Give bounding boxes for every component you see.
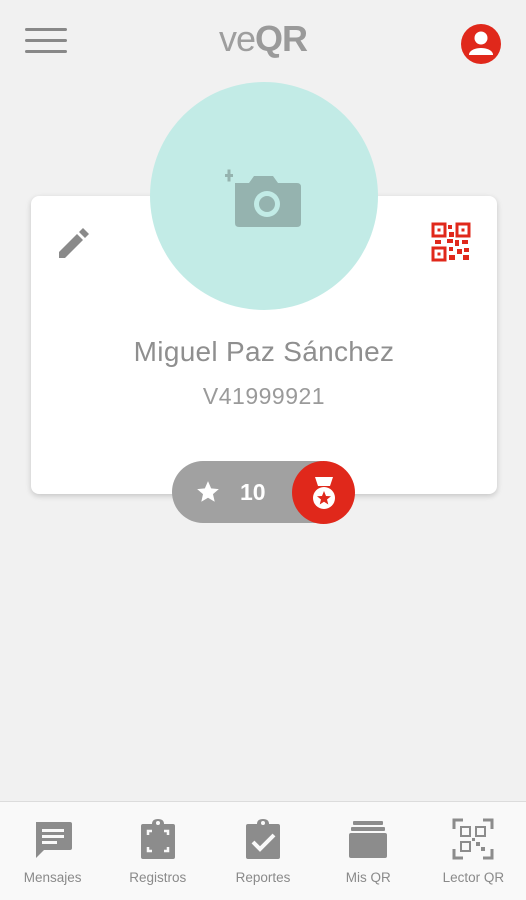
nav-item-mensajes[interactable]: Mensajes (0, 802, 105, 900)
medal-button[interactable] (292, 461, 355, 524)
clipboard-scan-icon (140, 819, 175, 859)
nav-item-reportes[interactable]: Reportes (210, 802, 315, 900)
qr-code-button[interactable] (431, 222, 471, 262)
profile-id: V41999921 (202, 383, 326, 409)
logo-suffix: QR (255, 18, 308, 59)
nav-item-registros[interactable]: Registros (105, 802, 210, 900)
nav-item-mis-qr[interactable]: Mis QR (316, 802, 421, 900)
nav-label: Reportes (235, 870, 291, 885)
nav-item-lector-qr[interactable]: Lector QR (421, 802, 526, 900)
wallet-icon (349, 821, 388, 858)
message-icon (35, 822, 72, 858)
star-icon (197, 481, 219, 502)
nav-label: Registros (129, 870, 187, 885)
profile-name: Miguel Paz Sánchez (133, 336, 395, 367)
logo-prefix: ve (218, 18, 256, 59)
nav-label: Mis QR (345, 870, 391, 885)
pencil-icon (59, 228, 89, 258)
edit-button[interactable] (55, 222, 95, 262)
account-button[interactable] (460, 23, 502, 65)
qr-scanner-icon (452, 818, 494, 860)
app-logo: veQR (0, 18, 526, 60)
clipboard-check-icon (246, 819, 280, 859)
add-photo-icon (225, 169, 301, 227)
avatar-upload[interactable] (150, 82, 378, 310)
bottom-navigation: Mensajes Registros Reportes Mis QR Lecto… (0, 801, 526, 900)
medal-icon (312, 476, 335, 509)
points-value: 10 (240, 479, 266, 505)
qr-code-icon (431, 222, 471, 262)
nav-label: Lector QR (442, 870, 505, 885)
account-circle-icon (461, 24, 501, 64)
top-bar: veQR (0, 0, 526, 84)
nav-label: Mensajes (23, 870, 82, 885)
